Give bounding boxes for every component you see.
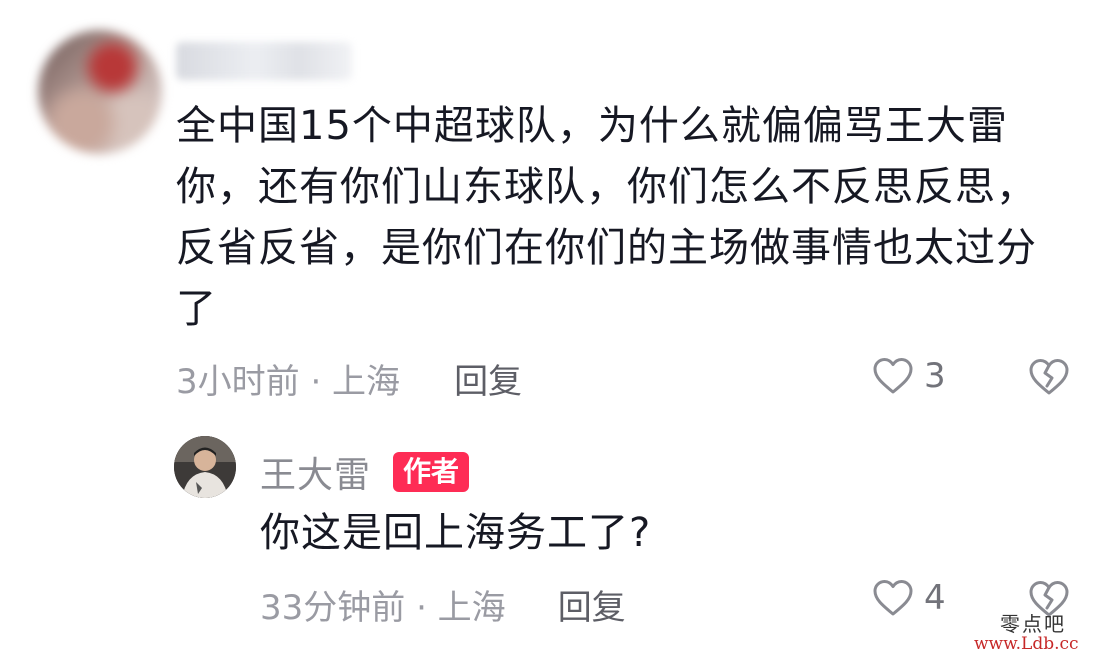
reply-text: 你这是回上海务工了?: [260, 510, 652, 556]
heart-outline-icon: [873, 580, 913, 616]
heart-outline-icon: [873, 358, 913, 394]
comment-text: 全中国15个中超球队，为什么就偏偏骂王大雷你，还有你们山东球队，你们怎么不反思反…: [176, 103, 1037, 332]
reply-meta: 33分钟前 · 上海 回复: [260, 580, 626, 629]
like-count: 3: [924, 356, 946, 396]
reply-header: 王大雷 作者: [260, 446, 470, 498]
reply-time-location: 33分钟前 · 上海: [260, 588, 506, 628]
like-button[interactable]: 4: [872, 578, 946, 618]
comment-meta: 3小时前 · 上海 回复: [176, 354, 522, 403]
watermark-name: 零点吧: [1000, 612, 1066, 636]
comment-time-location: 3小时前 · 上海: [176, 362, 401, 402]
author-avatar[interactable]: [174, 436, 236, 498]
commenter-name-blurred[interactable]: [176, 42, 352, 80]
reply-button[interactable]: 回复: [454, 354, 522, 403]
commenter-avatar[interactable]: [38, 30, 162, 154]
author-badge: 作者: [393, 452, 470, 492]
watermark-url: www.Ldb.cc: [974, 634, 1079, 654]
reply-author-name[interactable]: 王大雷: [260, 446, 371, 498]
author-avatar-image: [174, 436, 236, 498]
broken-heart-icon[interactable]: [1028, 356, 1070, 398]
like-count: 4: [924, 578, 946, 618]
like-button[interactable]: 3: [872, 356, 946, 396]
reply-button[interactable]: 回复: [558, 580, 626, 629]
